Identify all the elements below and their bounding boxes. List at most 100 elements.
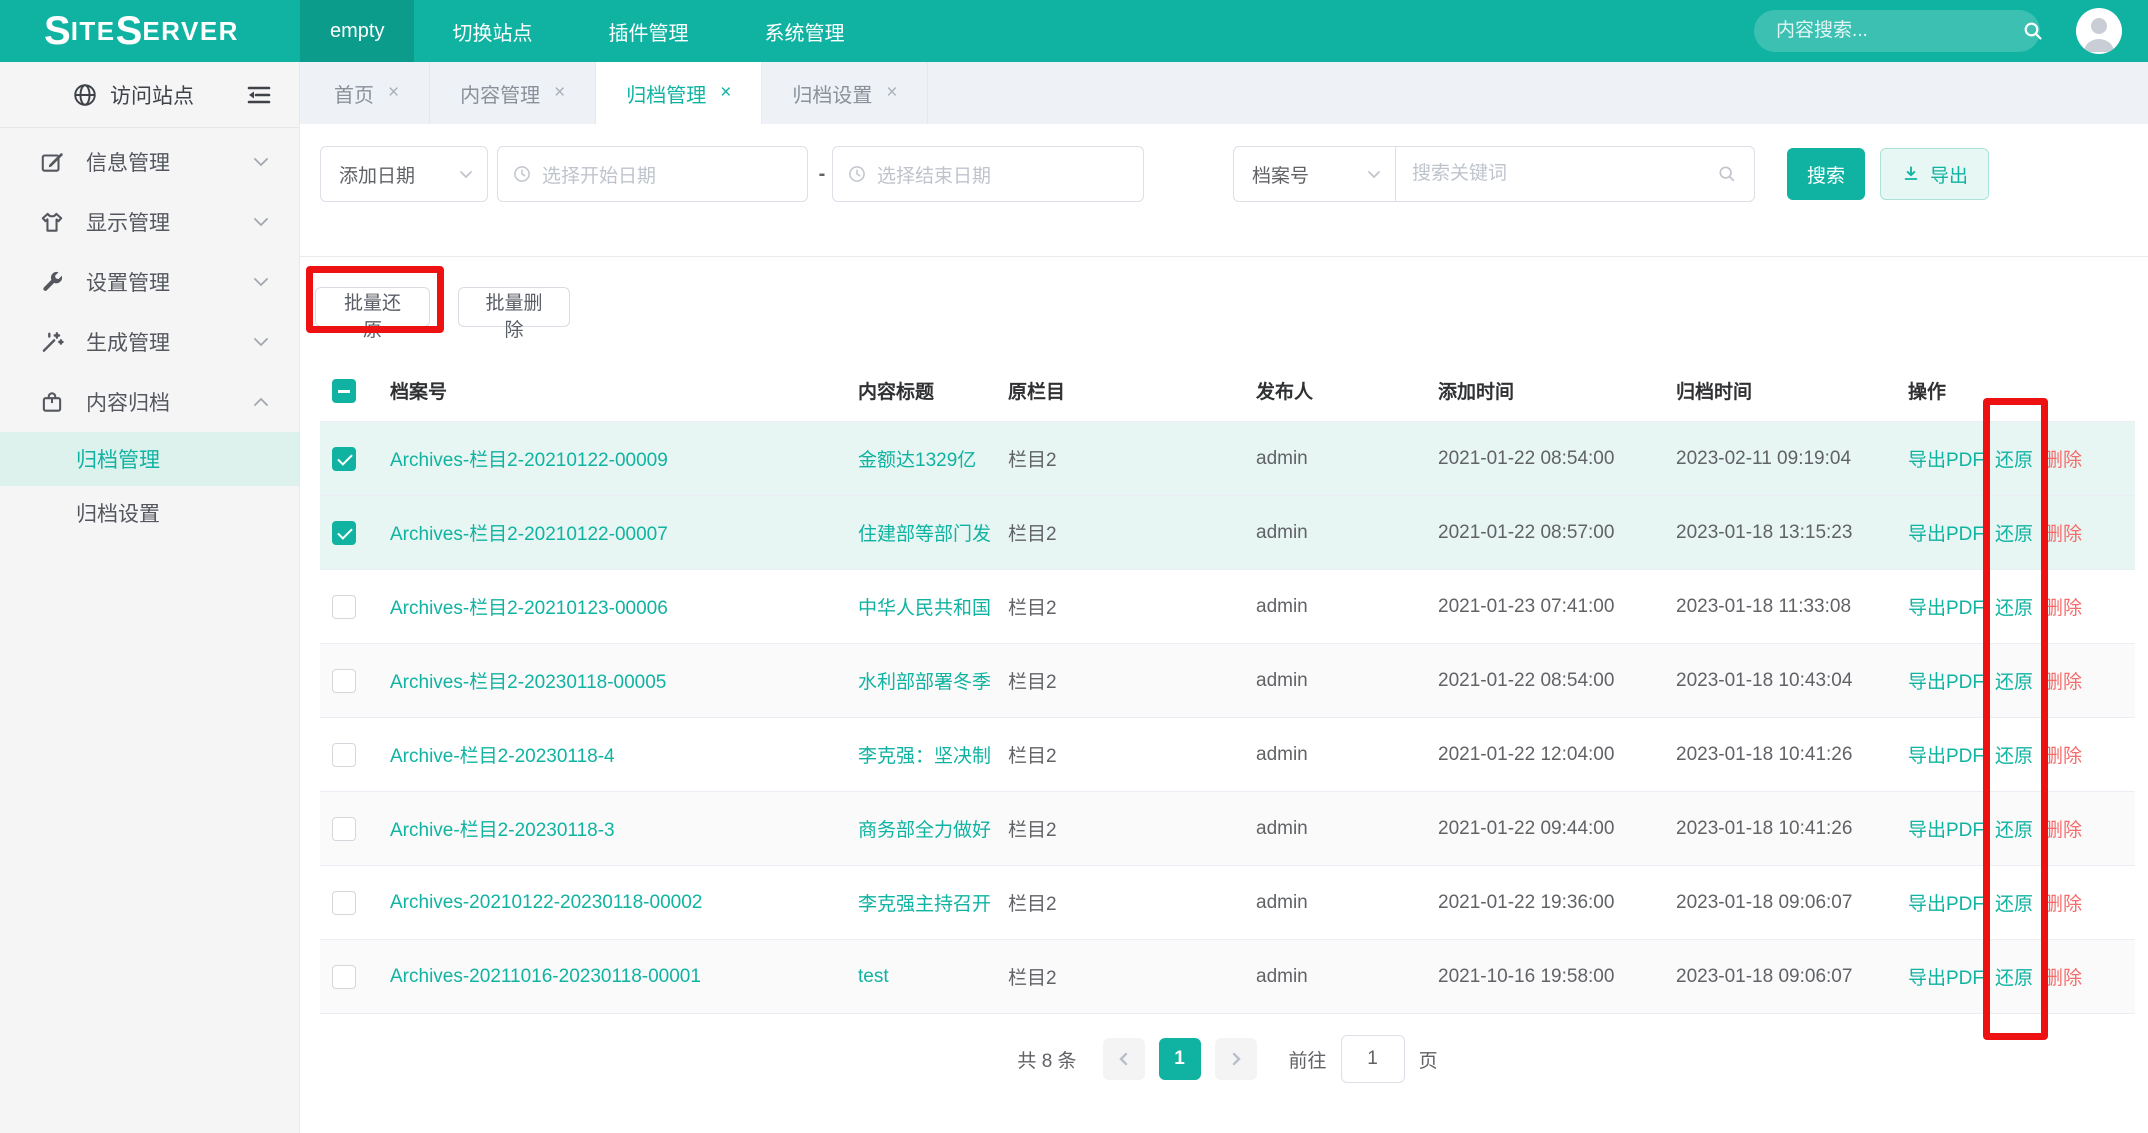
archive-number-link[interactable]: Archives-栏目2-20210122-00007: [390, 524, 668, 545]
nav-item-plugins[interactable]: 插件管理: [570, 0, 726, 62]
content-title-link[interactable]: 中华人民共和国: [858, 598, 991, 619]
batch-restore-button[interactable]: 批量还原: [315, 287, 430, 327]
filter-row: 添加日期 选择开始日期 - 选择结束日期 档案号: [300, 146, 2148, 202]
page-number-button[interactable]: 1: [1159, 1038, 1201, 1080]
clock-icon: [847, 164, 867, 184]
prev-page-button[interactable]: [1103, 1038, 1145, 1080]
delete-link[interactable]: 删除: [2044, 963, 2082, 990]
edit-icon: [38, 149, 66, 175]
delete-link[interactable]: 删除: [2044, 593, 2082, 620]
row-checkbox[interactable]: [332, 447, 356, 471]
export-button[interactable]: 导出: [1880, 148, 1989, 200]
chevron-left-icon: [1117, 1051, 1131, 1067]
content-title-link[interactable]: 商务部全力做好: [858, 820, 991, 841]
chevron-down-icon: [253, 277, 269, 287]
search-button[interactable]: 搜索: [1787, 148, 1865, 200]
row-checkbox[interactable]: [332, 521, 356, 545]
sidebar-subitem-archive-management[interactable]: 归档管理: [0, 432, 299, 486]
export-pdf-link[interactable]: 导出PDF: [1908, 963, 1984, 990]
sidebar-item-content-archive[interactable]: 内容归档: [0, 372, 299, 432]
publisher-cell: admin: [1248, 670, 1430, 692]
delete-link[interactable]: 删除: [2044, 889, 2082, 916]
close-icon[interactable]: ×: [720, 82, 731, 104]
nav-item-site[interactable]: empty: [300, 0, 414, 62]
total-count-label: 共 8 条: [1017, 1046, 1076, 1073]
restore-link[interactable]: 还原: [1995, 963, 2033, 990]
delete-link[interactable]: 删除: [2044, 667, 2082, 694]
end-date-input[interactable]: 选择结束日期: [832, 146, 1144, 202]
delete-link[interactable]: 删除: [2044, 445, 2082, 472]
content-title-link[interactable]: 李克强：坚决制: [858, 746, 991, 767]
archive-number-link[interactable]: Archive-栏目2-20230118-4: [390, 746, 615, 767]
collapse-sidebar-icon[interactable]: [245, 83, 273, 107]
sidebar-item-generate-management[interactable]: 生成管理: [0, 312, 299, 372]
content-title-link[interactable]: 住建部等部门发: [858, 524, 991, 545]
sidebar-item-settings-management[interactable]: 设置管理: [0, 252, 299, 312]
row-checkbox[interactable]: [332, 817, 356, 841]
archive-number-link[interactable]: Archives-栏目2-20210123-00006: [390, 598, 668, 619]
delete-link[interactable]: 删除: [2044, 741, 2082, 768]
user-avatar[interactable]: [2076, 8, 2122, 54]
export-pdf-link[interactable]: 导出PDF: [1908, 445, 1984, 472]
added-time-cell: 2021-01-22 12:04:00: [1430, 744, 1668, 766]
export-pdf-link[interactable]: 导出PDF: [1908, 593, 1984, 620]
content-title-link[interactable]: test: [858, 966, 889, 987]
archive-number-link[interactable]: Archives-栏目2-20230118-00005: [390, 672, 666, 693]
date-type-select[interactable]: 添加日期: [320, 146, 488, 202]
archive-number-link[interactable]: Archives-20210122-20230118-00002: [390, 892, 702, 913]
restore-link[interactable]: 还原: [1995, 519, 2033, 546]
tab-content-management[interactable]: 内容管理×: [430, 62, 596, 124]
publisher-cell: admin: [1248, 596, 1430, 618]
content-title-link[interactable]: 李克强主持召开: [858, 894, 991, 915]
nav-item-system[interactable]: 系统管理: [726, 0, 882, 62]
restore-link[interactable]: 还原: [1995, 815, 2033, 842]
row-checkbox[interactable]: [332, 965, 356, 989]
tab-archive-management[interactable]: 归档管理×: [596, 62, 762, 124]
export-pdf-link[interactable]: 导出PDF: [1908, 889, 1984, 916]
export-pdf-link[interactable]: 导出PDF: [1908, 667, 1984, 694]
restore-link[interactable]: 还原: [1995, 445, 2033, 472]
restore-link[interactable]: 还原: [1995, 593, 2033, 620]
batch-delete-button[interactable]: 批量删除: [458, 287, 570, 327]
goto-page-input[interactable]: [1341, 1035, 1405, 1083]
row-checkbox[interactable]: [332, 743, 356, 767]
content-search-box[interactable]: [1754, 10, 2040, 52]
restore-link[interactable]: 还原: [1995, 741, 2033, 768]
close-icon[interactable]: ×: [554, 82, 565, 104]
sidebar-item-info-management[interactable]: 信息管理: [0, 132, 299, 192]
archive-number-link[interactable]: Archive-栏目2-20230118-3: [390, 820, 615, 841]
search-field-select[interactable]: 档案号: [1234, 147, 1396, 201]
archive-number-link[interactable]: Archives-栏目2-20210122-00009: [390, 450, 668, 471]
next-page-button[interactable]: [1215, 1038, 1257, 1080]
content-search-input[interactable]: [1776, 20, 2021, 42]
tab-archive-settings[interactable]: 归档设置×: [762, 62, 928, 124]
tab-home[interactable]: 首页×: [304, 62, 430, 124]
chevron-down-icon: [459, 170, 473, 179]
delete-link[interactable]: 删除: [2044, 519, 2082, 546]
start-date-input[interactable]: 选择开始日期: [497, 146, 808, 202]
restore-link[interactable]: 还原: [1995, 889, 2033, 916]
delete-link[interactable]: 删除: [2044, 815, 2082, 842]
nav-item-switch-site[interactable]: 切换站点: [414, 0, 570, 62]
restore-link[interactable]: 还原: [1995, 667, 2033, 694]
export-pdf-link[interactable]: 导出PDF: [1908, 519, 1984, 546]
content-title-link[interactable]: 水利部部署冬季: [858, 672, 991, 693]
export-pdf-link[interactable]: 导出PDF: [1908, 741, 1984, 768]
tab-bar: 首页× 内容管理× 归档管理× 归档设置×: [300, 62, 2148, 124]
export-pdf-link[interactable]: 导出PDF: [1908, 815, 1984, 842]
visit-site-row[interactable]: 访问站点: [0, 62, 299, 128]
sidebar-item-display-management[interactable]: 显示管理: [0, 192, 299, 252]
row-checkbox[interactable]: [332, 595, 356, 619]
close-icon[interactable]: ×: [388, 82, 399, 104]
select-all-checkbox[interactable]: [332, 379, 356, 403]
row-checkbox[interactable]: [332, 669, 356, 693]
search-icon[interactable]: [2021, 19, 2045, 43]
added-time-cell: 2021-01-22 08:54:00: [1430, 670, 1668, 692]
close-icon[interactable]: ×: [886, 82, 897, 104]
keyword-input[interactable]: [1412, 163, 1716, 185]
archive-number-link[interactable]: Archives-20211016-20230118-00001: [390, 966, 701, 987]
sidebar-subitem-archive-settings[interactable]: 归档设置: [0, 486, 299, 540]
header-archive-number: 档案号: [382, 377, 850, 404]
content-title-link[interactable]: 金额达1329亿: [858, 450, 976, 471]
row-checkbox[interactable]: [332, 891, 356, 915]
